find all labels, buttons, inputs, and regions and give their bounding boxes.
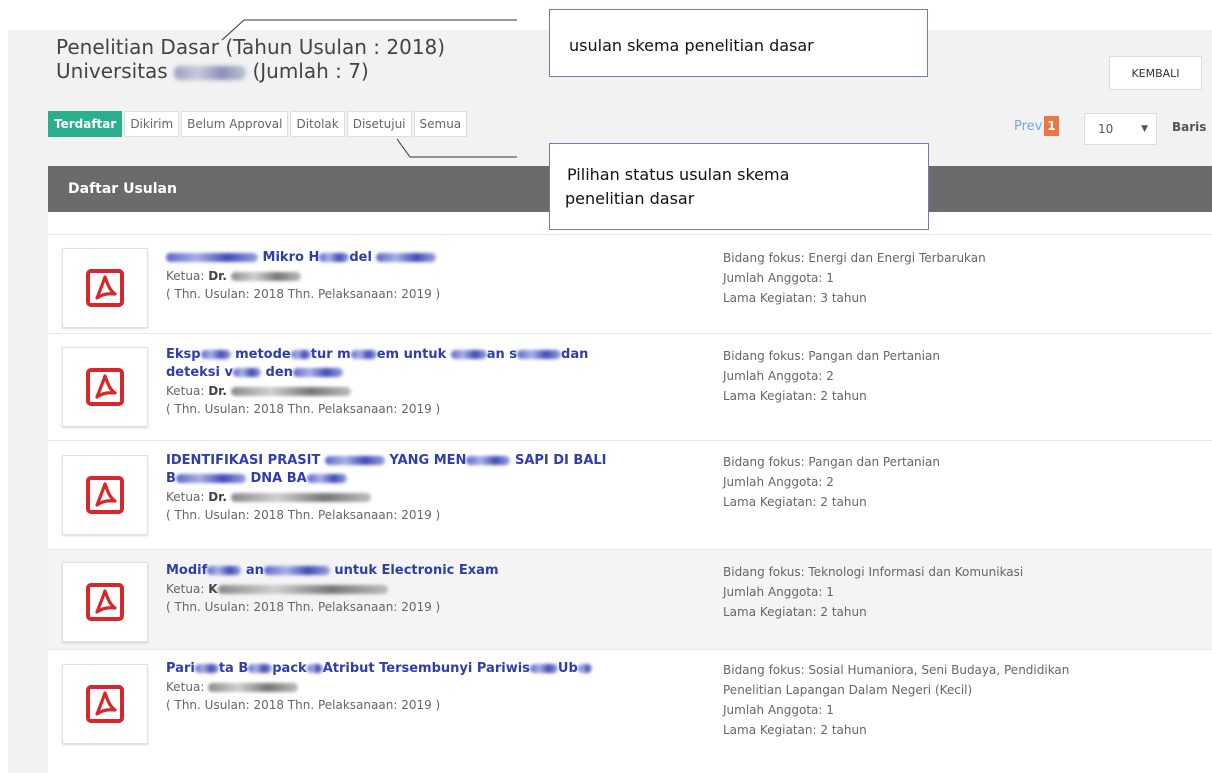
title-line-2: Universitas (Jumlah : 7): [56, 59, 445, 83]
jumlah-anggota: Jumlah Anggota: 2: [723, 369, 834, 383]
tab-dikirim[interactable]: Dikirim: [124, 111, 180, 137]
jumlah-anggota: Jumlah Anggota: 1: [723, 703, 834, 717]
rows-per-page-select[interactable]: 10 ▼: [1084, 113, 1157, 145]
bidang-fokus: Bidang fokus: Energi dan Energi Terbaruk…: [723, 251, 986, 265]
pdf-icon[interactable]: [62, 455, 148, 535]
proposal-years: ( Thn. Usulan: 2018 Thn. Pelaksanaan: 20…: [166, 508, 441, 522]
annotation-callout: Pilihan status usulan skema penelitian d…: [549, 143, 929, 230]
rows-per-page-value: 10: [1098, 122, 1114, 136]
pdf-icon[interactable]: [62, 347, 148, 427]
callout-text-line-1: Pilihan status usulan skema: [567, 165, 790, 184]
jumlah-anggota: Jumlah Anggota: 2: [723, 475, 834, 489]
lama-kegiatan: Lama Kegiatan: 2 tahun: [723, 723, 867, 737]
rows-label: Baris: [1172, 120, 1207, 134]
list-item: Eksp metode tur m em untuk an s dan deteksi…: [48, 333, 1212, 440]
bidang-fokus: Bidang fokus: Teknologi Informasi dan Ko…: [723, 565, 1024, 579]
proposal-title-link[interactable]: Mikro Hdel: [166, 249, 440, 267]
panel-title: Daftar Usulan: [68, 181, 177, 197]
ketua: Ketua: Dr.: [166, 488, 607, 506]
callout-text-line-2: penelitian dasar: [565, 189, 695, 208]
list-item: IDENTIFIKASI PRASIT YANG MEN SAPI DI BAL…: [48, 440, 1212, 549]
proposal-years: ( Thn. Usulan: 2018 Thn. Pelaksanaan: 20…: [166, 287, 441, 301]
lama-kegiatan: Lama Kegiatan: 2 tahun: [723, 495, 867, 509]
lama-kegiatan: Lama Kegiatan: 2 tahun: [723, 389, 867, 403]
ketua: Ketua:: [166, 678, 592, 696]
proposal-title-line-2[interactable]: deteksi v den: [166, 364, 588, 382]
lama-kegiatan: Lama Kegiatan: 3 tahun: [723, 291, 867, 305]
bidang-fokus: Bidang fokus: Sosial Humaniora, Seni Bud…: [723, 663, 1070, 677]
annotation-callout: usulan skema penelitian dasar: [549, 9, 928, 77]
proposal-years: ( Thn. Usulan: 2018 Thn. Pelaksanaan: 20…: [166, 698, 441, 712]
bidang-fokus: Bidang fokus: Pangan dan Pertanian: [723, 349, 940, 363]
current-page[interactable]: 1: [1044, 116, 1059, 136]
list-item: Mikro Hdel Ketua: Dr. ( Thn. Usulan: 201…: [48, 234, 1212, 333]
callout-text: usulan skema penelitian dasar: [569, 36, 814, 55]
list-item: Pari ta Bpack Atribut Tersembunyi Pariwis U…: [48, 649, 1212, 773]
title-line-1: Penelitian Dasar (Tahun Usulan : 2018): [56, 35, 446, 59]
title-count: (Jumlah : 7): [246, 59, 369, 83]
proposal-title-link[interactable]: Pari ta Bpack Atribut Tersembunyi Pariwis U…: [166, 660, 592, 678]
tab-terdaftar[interactable]: Terdaftar: [48, 111, 123, 137]
ketua: Ketua: Dr.: [166, 382, 588, 400]
proposal-title-link[interactable]: Eksp metode tur m em untuk an s dan: [166, 346, 588, 364]
back-button[interactable]: KEMBALI: [1109, 56, 1202, 90]
status-tabs: Terdaftar Dikirim Belum Approval Ditolak…: [48, 111, 469, 137]
chevron-down-icon: ▼: [1141, 124, 1148, 134]
ketua: Ketua: K: [166, 580, 498, 598]
tab-ditolak[interactable]: Ditolak: [290, 111, 345, 137]
prev-page-link[interactable]: Prev: [1014, 119, 1042, 134]
proposal-title-link[interactable]: Modif an untuk Electronic Exam: [166, 562, 498, 580]
redacted-university-name: [174, 65, 247, 80]
list-item: Modif an untuk Electronic Exam Ketua: K …: [48, 549, 1212, 649]
proposal-title-line-2[interactable]: B DNA BA: [166, 470, 607, 488]
proposal-title-link[interactable]: IDENTIFIKASI PRASIT YANG MEN SAPI DI BAL…: [166, 452, 607, 470]
proposal-years: ( Thn. Usulan: 2018 Thn. Pelaksanaan: 20…: [166, 402, 441, 416]
pagination: Prev 1: [1014, 116, 1059, 136]
page-title: Penelitian Dasar (Tahun Usulan : 2018) U…: [56, 35, 445, 83]
skema-detail: Penelitian Lapangan Dalam Negeri (Kecil): [723, 683, 973, 697]
tab-semua[interactable]: Semua: [413, 111, 468, 137]
title-university-prefix: Universitas: [56, 59, 175, 83]
jumlah-anggota: Jumlah Anggota: 1: [723, 271, 834, 285]
lama-kegiatan: Lama Kegiatan: 2 tahun: [723, 605, 867, 619]
ketua: Ketua: Dr.: [166, 267, 440, 285]
pdf-icon[interactable]: [62, 248, 148, 328]
proposal-years: ( Thn. Usulan: 2018 Thn. Pelaksanaan: 20…: [166, 600, 441, 614]
proposal-list: Mikro Hdel Ketua: Dr. ( Thn. Usulan: 201…: [48, 212, 1212, 773]
tab-belum-approval[interactable]: Belum Approval: [181, 111, 289, 137]
jumlah-anggota: Jumlah Anggota: 1: [723, 585, 834, 599]
pdf-icon[interactable]: [62, 664, 148, 744]
tab-disetujui[interactable]: Disetujui: [346, 111, 412, 137]
bidang-fokus: Bidang fokus: Pangan dan Pertanian: [723, 455, 940, 469]
pdf-icon[interactable]: [62, 562, 148, 642]
